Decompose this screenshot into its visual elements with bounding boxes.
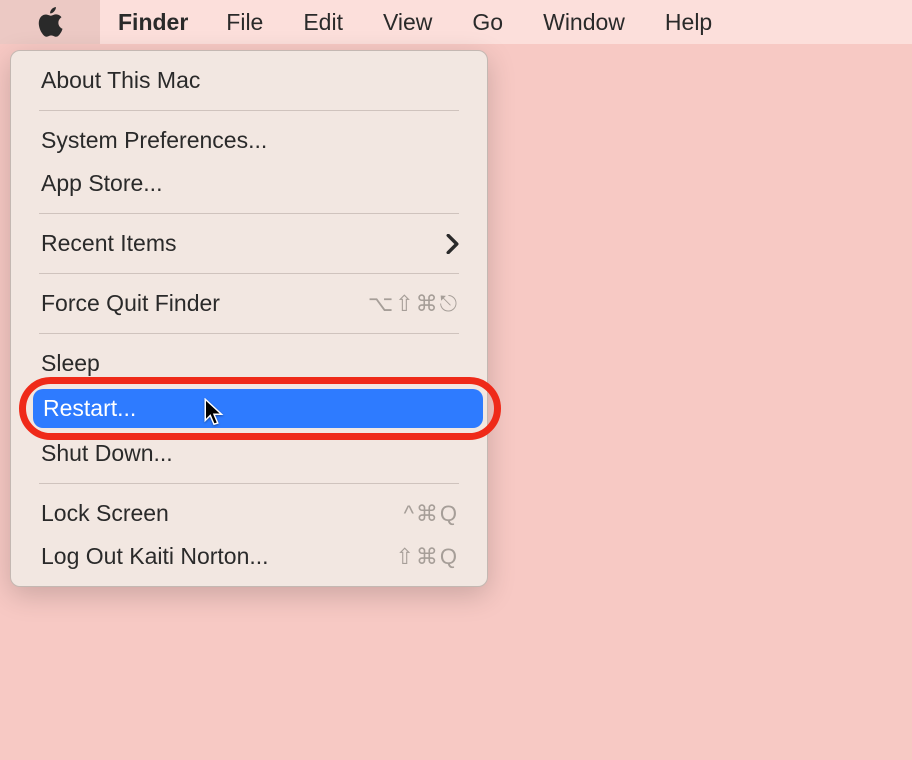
menubar-item-view[interactable]: View (363, 9, 452, 36)
menubar-item-help[interactable]: Help (645, 9, 732, 36)
menu-item-app-store[interactable]: App Store... (11, 162, 487, 205)
menu-item-label: About This Mac (41, 67, 200, 94)
menu-item-label: App Store... (41, 170, 162, 197)
menu-item-system-preferences[interactable]: System Preferences... (11, 119, 487, 162)
menu-item-shortcut: ⌥⇧⌘⎋ (368, 291, 459, 317)
menubar: Finder File Edit View Go Window Help (0, 0, 912, 44)
menu-item-label: Force Quit Finder (41, 290, 220, 317)
apple-logo-icon (37, 7, 63, 37)
menu-item-label: Sleep (41, 350, 100, 377)
menu-item-shut-down[interactable]: Shut Down... (11, 432, 487, 475)
menu-item-label: System Preferences... (41, 127, 267, 154)
menu-separator (39, 483, 459, 484)
menu-separator (39, 213, 459, 214)
menu-item-label: Shut Down... (41, 440, 173, 467)
menubar-item-edit[interactable]: Edit (283, 9, 363, 36)
menu-item-force-quit[interactable]: Force Quit Finder ⌥⇧⌘⎋ (11, 282, 487, 325)
menubar-item-file[interactable]: File (206, 9, 283, 36)
menu-item-sleep[interactable]: Sleep (11, 342, 487, 385)
menu-item-label: Recent Items (41, 230, 177, 257)
menu-item-label: Restart... (43, 395, 136, 422)
menu-separator (39, 333, 459, 334)
menu-item-restart-highlighted: Restart... (11, 387, 487, 430)
chevron-right-icon (446, 234, 459, 254)
menu-item-shortcut: ^⌘Q (404, 501, 459, 527)
menubar-item-go[interactable]: Go (452, 9, 523, 36)
menu-item-label: Log Out Kaiti Norton... (41, 543, 269, 570)
menu-separator (39, 273, 459, 274)
menu-item-log-out[interactable]: Log Out Kaiti Norton... ⇧⌘Q (11, 535, 487, 578)
menu-item-lock-screen[interactable]: Lock Screen ^⌘Q (11, 492, 487, 535)
menu-item-label: Lock Screen (41, 500, 169, 527)
apple-menu-dropdown: About This Mac System Preferences... App… (10, 50, 488, 587)
menubar-item-window[interactable]: Window (523, 9, 645, 36)
apple-menu-button[interactable] (0, 0, 100, 44)
menu-item-about-this-mac[interactable]: About This Mac (11, 59, 487, 102)
menu-item-restart[interactable]: Restart... (11, 387, 487, 430)
menu-separator (39, 110, 459, 111)
menu-item-recent-items[interactable]: Recent Items (11, 222, 487, 265)
menubar-app-name[interactable]: Finder (100, 9, 206, 36)
menu-item-shortcut: ⇧⌘Q (395, 544, 459, 570)
